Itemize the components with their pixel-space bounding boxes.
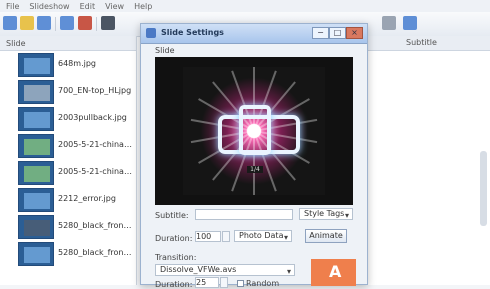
duration-spinner[interactable] — [222, 231, 230, 242]
dialog-titlebar: Slide Settings − □ × — [141, 24, 367, 44]
slide-settings-icon — [146, 28, 156, 38]
transition-preview: A — [311, 259, 356, 286]
random-checkbox[interactable] — [237, 280, 244, 287]
menu-file[interactable]: File — [6, 2, 19, 11]
minimize-button[interactable]: − — [312, 27, 329, 39]
slide-thumbnail — [18, 161, 54, 185]
photo-data-select[interactable]: Photo Data ▾ — [234, 230, 292, 242]
slide-item[interactable]: 2005-5-21-china-pr... — [0, 132, 136, 159]
subtitle-label: Subtitle: — [155, 211, 189, 220]
slide-filename: 5280_black_front_hi... — [58, 221, 134, 230]
slide-thumbnail — [18, 188, 54, 212]
slide-list-header: Slide — [0, 36, 136, 51]
help-icon[interactable] — [403, 16, 417, 30]
transition-label: Transition: — [155, 253, 197, 262]
transition-select[interactable]: Dissolve_VFWe.avs ▾ — [155, 264, 295, 276]
import-icon[interactable] — [60, 16, 74, 30]
burn-icon[interactable] — [78, 16, 92, 30]
slide-filename: 2005-5-21-china-pl... — [58, 167, 134, 176]
slide-item[interactable]: 5280_black_front_hi... — [0, 213, 136, 240]
new-icon[interactable] — [3, 16, 17, 30]
preview-counter: 1/4 — [247, 166, 263, 173]
random-label: Random — [246, 279, 280, 288]
settings-icon[interactable] — [101, 16, 115, 30]
slide-item[interactable]: 2005-5-21-china-pl... — [0, 159, 136, 186]
slide-filename: 700_EN-top_HLjpg — [58, 86, 132, 95]
slide-list-pane: Slide 648m.jpg 700_EN-top_HLjpg 2003pull… — [0, 36, 137, 285]
subtitle-pane: Subtitle — [366, 36, 490, 285]
preview-image: 1/4 — [183, 67, 325, 195]
dialog-title: Slide Settings — [161, 28, 224, 37]
menu-help[interactable]: Help — [134, 2, 152, 11]
menu-bar: File Slideshow Edit View Help — [0, 0, 490, 12]
menu-view[interactable]: View — [105, 2, 124, 11]
open-icon[interactable] — [20, 16, 34, 30]
save-icon[interactable] — [37, 16, 51, 30]
slide-filename: 2005-5-21-china-pr... — [58, 140, 134, 149]
slide-thumbnail — [18, 53, 54, 77]
grid-icon[interactable] — [382, 16, 396, 30]
subtitle-input[interactable] — [195, 209, 293, 220]
slide-thumbnail — [18, 80, 54, 104]
slide-label: Slide — [155, 46, 175, 55]
menu-slideshow[interactable]: Slideshow — [29, 2, 69, 11]
slide-thumbnail — [18, 242, 54, 266]
menu-edit[interactable]: Edit — [80, 2, 96, 11]
slide-filename: 2003pullback.jpg — [58, 113, 127, 122]
duration-input[interactable]: 100 — [195, 231, 221, 242]
slide-item[interactable]: 5280_black_front_1... — [0, 240, 136, 267]
maximize-button[interactable]: □ — [329, 27, 346, 39]
slide-thumbnail — [18, 215, 54, 239]
slide-filename: 5280_black_front_1... — [58, 248, 134, 257]
subtitle-header: Subtitle — [366, 36, 490, 51]
slide-item[interactable]: 2003pullback.jpg — [0, 105, 136, 132]
slide-thumbnail — [18, 107, 54, 131]
slide-item[interactable]: 648m.jpg — [0, 51, 136, 78]
duration2-input[interactable]: 25 — [195, 277, 219, 288]
preview-shape — [239, 105, 271, 155]
slide-filename: 648m.jpg — [58, 59, 96, 68]
vertical-scrollbar[interactable] — [480, 151, 487, 226]
slide-item[interactable]: 700_EN-top_HLjpg — [0, 78, 136, 105]
slide-filename: 2212_error.jpg — [58, 194, 116, 203]
slide-preview: 1/4 — [155, 57, 353, 205]
close-button[interactable]: × — [346, 27, 363, 39]
duration2-spinner[interactable] — [220, 277, 228, 288]
slide-thumbnail — [18, 134, 54, 158]
slide-item[interactable]: 2212_error.jpg — [0, 186, 136, 213]
transition-letter: A — [329, 262, 342, 281]
style-tags-select[interactable]: Style Tags ▾ — [299, 208, 353, 220]
slide-settings-dialog: Slide Settings − □ × Slide 1/4 Subtitle:… — [140, 23, 368, 289]
animate-button[interactable]: Animate — [305, 229, 347, 243]
duration-label: Duration: — [155, 234, 193, 243]
